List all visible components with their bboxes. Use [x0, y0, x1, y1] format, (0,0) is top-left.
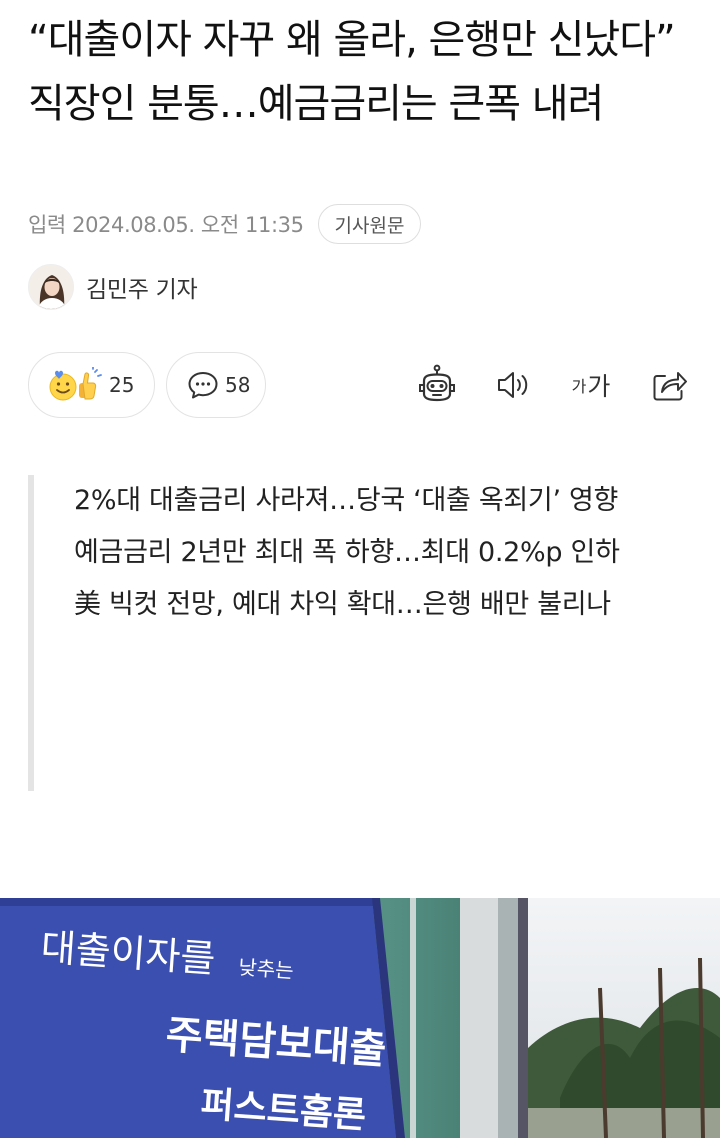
font-size-button[interactable]: 가가 — [566, 363, 616, 407]
original-article-button[interactable]: 기사원문 — [317, 204, 422, 244]
article-page: “대출이자 자꾸 왜 올라, 은행만 신났다” 직장인 분통…예금금리는 큰폭 … — [0, 0, 720, 1138]
font-size-small-label: 가 — [571, 377, 587, 396]
comment-count: 58 — [225, 373, 251, 397]
robot-icon — [419, 364, 455, 402]
article-meta: 입력 2024.08.05. 오전 11:35 기사원문 — [28, 202, 422, 246]
share-button[interactable] — [648, 363, 692, 407]
banner-text-1b: 낮추는 — [238, 955, 295, 983]
author-name[interactable]: 김민주 기자 — [86, 270, 198, 304]
reaction-button[interactable]: 25 — [28, 352, 155, 418]
article-title: “대출이자 자꾸 왜 올라, 은행만 신났다” 직장인 분통…예금금리는 큰폭 … — [28, 17, 676, 127]
article-summary: 2%대 대출금리 사라져…당국 ‘대출 옥죄기’ 영향 예금금리 2년만 최대 … — [28, 475, 668, 791]
publish-date: 입력 2024.08.05. 오전 11:35 — [28, 213, 304, 237]
comment-button[interactable]: 58 — [166, 352, 266, 418]
author-row[interactable]: 김민주 기자 — [28, 264, 198, 310]
reaction-count: 25 — [109, 373, 135, 397]
summary-line: 예금금리 2년만 최대 폭 하향…최대 0.2%p 인하 — [74, 537, 620, 568]
speaker-icon — [498, 372, 528, 398]
reaction-emoji-icon — [49, 367, 102, 401]
banner-photo-image: 대출이자를 낮추는 주택담보대출 퍼스트홈론 — [0, 898, 720, 1138]
author-portrait-icon — [29, 265, 73, 309]
summary-bot-button[interactable] — [414, 363, 460, 407]
text-to-speech-button[interactable] — [492, 363, 536, 407]
font-size-large-label: 가 — [587, 372, 611, 401]
article-photo[interactable]: 대출이자를 낮추는 주택담보대출 퍼스트홈론 — [0, 898, 720, 1138]
comment-bubble-icon — [188, 372, 218, 399]
summary-line: 2%대 대출금리 사라져…당국 ‘대출 옥죄기’ 영향 — [74, 485, 619, 516]
share-icon — [653, 372, 687, 401]
author-avatar[interactable] — [28, 264, 74, 310]
summary-line: 美 빅컷 전망, 예대 차익 확대…은행 배만 불리나 — [74, 589, 611, 620]
